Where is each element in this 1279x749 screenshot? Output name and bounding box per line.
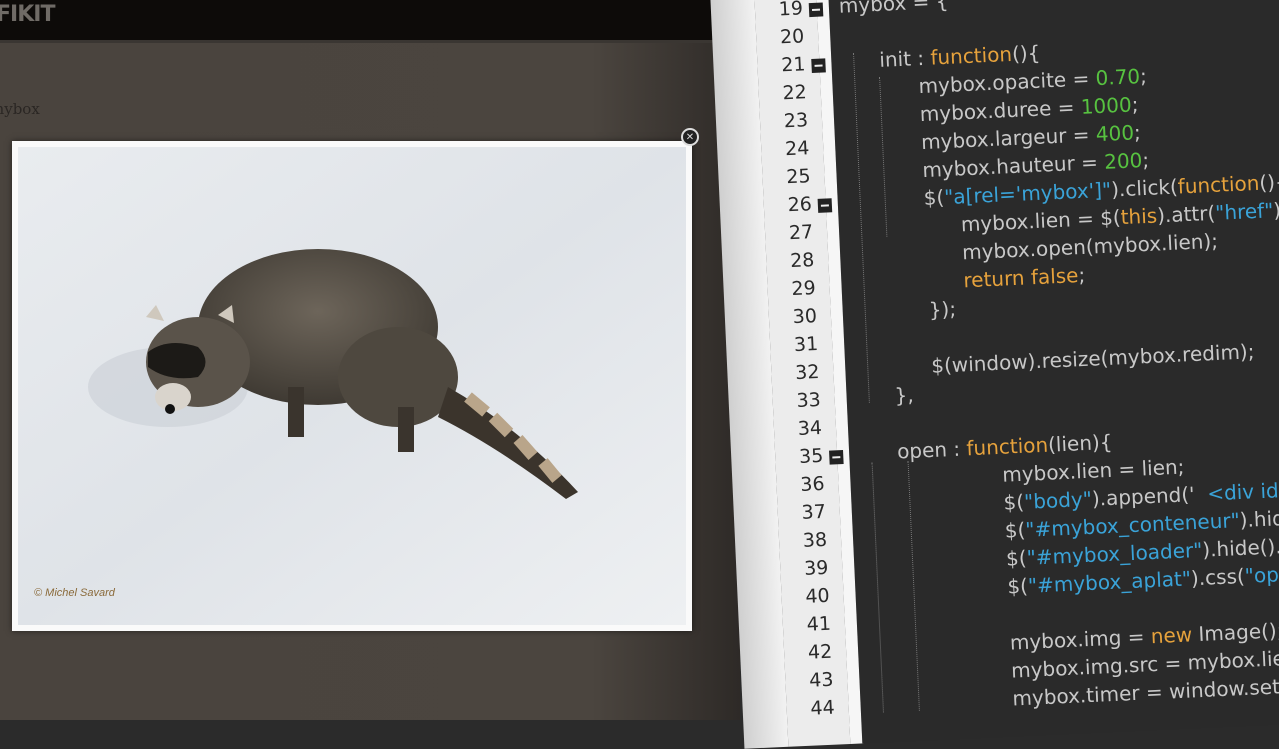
code-token-p: Image();: [1191, 618, 1279, 647]
line-number: 40: [804, 584, 831, 608]
code-token-num: 1000: [1080, 92, 1133, 119]
code-token-p: ;: [1133, 120, 1142, 145]
code-token-p: (lien){: [1047, 429, 1113, 457]
line-number: 22: [782, 81, 808, 105]
code-token-p: $(: [923, 185, 945, 211]
code-token-str: "opacity": [1244, 559, 1279, 588]
code-token-kw: new: [1150, 622, 1193, 649]
code-token-kw: function: [929, 41, 1013, 70]
line-number: 32: [794, 360, 820, 385]
code-token-num: 0.70: [1095, 64, 1141, 91]
webpage-preview: FIKIT mybox: [0, 0, 740, 720]
code-token-p: (){: [1258, 169, 1279, 195]
code-token-p: $(: [1004, 517, 1026, 543]
line-number: 26: [787, 193, 813, 217]
code-line[interactable]: },: [894, 383, 914, 408]
code-token-p: ).click(: [1110, 174, 1179, 202]
line-number: 28: [789, 249, 815, 273]
line-number: 24: [784, 137, 810, 161]
line-number: 35: [798, 444, 824, 468]
line-number: 23: [783, 109, 809, 133]
code-token-num: 200: [1103, 148, 1143, 174]
line-number: 37: [801, 500, 827, 524]
code-line[interactable]: });: [928, 297, 956, 322]
line-number: 38: [802, 528, 828, 552]
fold-toggle-icon[interactable]: [829, 449, 844, 465]
code-token-kw: this: [1120, 203, 1158, 230]
code-editor: 19 mybox = {20 21 init : function(){22 mybox…: [700, 0, 1279, 749]
line-number: 44: [810, 696, 836, 720]
line-number: 39: [803, 556, 829, 580]
page-title: mybox: [0, 100, 40, 118]
code-token-p: ;: [1131, 92, 1139, 117]
fold-toggle-icon[interactable]: [808, 2, 824, 18]
line-number: 36: [799, 472, 826, 496]
line-number: 30: [792, 305, 818, 329]
line-number: 25: [785, 165, 812, 189]
code-token-p: $(: [1006, 573, 1029, 599]
code-token-p: (){: [1011, 40, 1041, 66]
code-token-str: "href": [1214, 198, 1274, 225]
site-logo[interactable]: FIKIT: [0, 2, 55, 27]
line-number: 27: [788, 221, 814, 245]
fold-toggle-icon[interactable]: [817, 198, 833, 213]
code-token-p: },: [894, 382, 915, 408]
code-token-p: ;: [1077, 262, 1086, 288]
fold-toggle-icon[interactable]: [811, 58, 826, 74]
photo-credit: © Michel Savard: [34, 587, 115, 599]
line-number: 31: [793, 333, 819, 357]
code-token-p: init :: [878, 45, 931, 72]
line-number: 33: [796, 388, 822, 413]
code-token-p: open :: [896, 436, 967, 464]
code-token-p: $(: [1005, 545, 1028, 571]
line-number: 42: [807, 640, 833, 664]
site-header: FIKIT: [0, 0, 740, 43]
line-number: 34: [797, 416, 823, 441]
code-token-p: ).css(: [1190, 563, 1246, 591]
line-number: 19: [778, 0, 804, 21]
lightbox: © Michel Savard: [12, 141, 692, 631]
code-token-kw: function: [1177, 170, 1260, 199]
line-number: 21: [780, 53, 806, 77]
code-token-p: });: [928, 296, 957, 322]
code-token-p: );: [1272, 197, 1279, 223]
code-token-p: ;: [1141, 147, 1150, 173]
close-icon[interactable]: ✕: [681, 128, 699, 146]
line-number: 41: [806, 612, 832, 636]
code-token-p: $(: [1003, 489, 1025, 515]
code-token-p: ).attr(: [1156, 200, 1216, 228]
line-number: 20: [779, 25, 805, 49]
code-token-str: "body": [1023, 486, 1093, 514]
code-token-p: ;: [1139, 63, 1148, 89]
line-number: 43: [808, 668, 834, 692]
code-token-num: 400: [1095, 120, 1135, 147]
code-token-kw: function: [965, 432, 1049, 461]
line-number: 29: [790, 277, 817, 301]
raccoon-photo: [18, 147, 686, 625]
